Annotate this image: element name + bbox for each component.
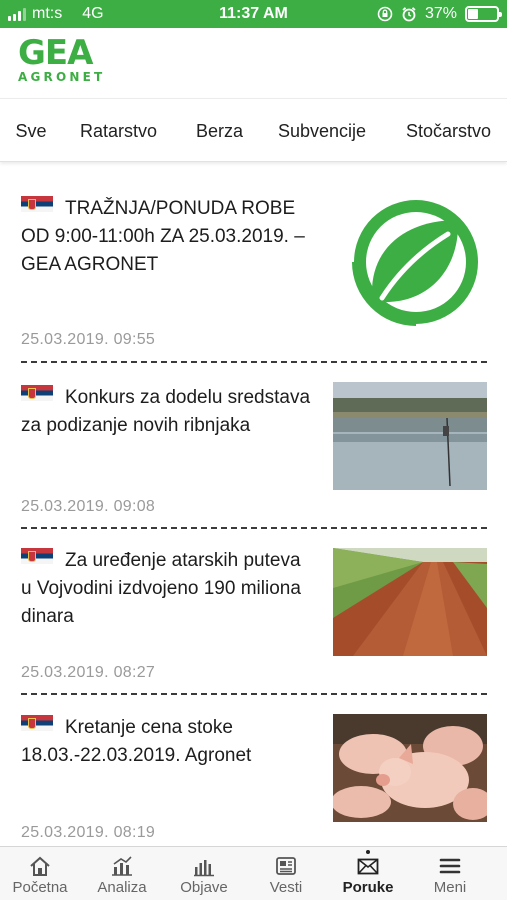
dashed-divider (21, 527, 487, 529)
nav-objave[interactable]: Objave (164, 847, 244, 900)
status-bar: mt:s 4G 11:37 AM 37% (0, 0, 507, 28)
tab-berza[interactable]: Berza (196, 99, 243, 161)
serbia-flag-icon (21, 385, 53, 401)
tab-subvencije[interactable]: Subvencije (278, 99, 366, 161)
newspaper-icon (276, 857, 296, 875)
app-header: GEA AGRONET (0, 28, 507, 98)
nav-label: Poruke (342, 879, 394, 896)
battery-percent: 37% (424, 5, 457, 22)
news-title-text: Konkurs za dodelu sredstava za podizanje… (21, 387, 311, 436)
dashed-divider (21, 693, 487, 695)
news-title-text: Kretanje cena stoke 18.03.-22.03.2019. A… (21, 717, 252, 766)
nav-analiza[interactable]: Analiza (82, 847, 162, 900)
battery-icon (465, 6, 502, 22)
news-item[interactable]: TRAŽNJA/PONUDA ROBE OD 9:00-11:00h ZA 25… (0, 162, 507, 364)
nav-label: Meni (433, 879, 467, 896)
nav-vesti[interactable]: Vesti (246, 847, 326, 900)
news-title-text: TRAŽNJA/PONUDA ROBE OD 9:00-11:00h ZA 25… (21, 198, 305, 275)
envelope-icon (357, 858, 379, 875)
fish-pond-image (333, 382, 487, 490)
bar-chart-icon (194, 860, 214, 877)
news-title[interactable]: Konkurs za dodelu sredstava za podizanje… (21, 384, 311, 440)
news-item[interactable]: Za uređenje atarskih puteva u Vojvodini … (0, 530, 507, 696)
news-date: 25.03.2019. 09:55 (21, 331, 156, 348)
nav-label: Vesti (269, 879, 303, 896)
news-item[interactable]: Konkurs za dodelu sredstava za podizanje… (0, 364, 507, 530)
dirt-road-image (333, 548, 487, 656)
news-title[interactable]: Kretanje cena stoke 18.03.-22.03.2019. A… (21, 714, 311, 770)
dirt-road-field-photo[interactable] (333, 548, 487, 656)
news-title[interactable]: TRAŽNJA/PONUDA ROBE OD 9:00-11:00h ZA 25… (21, 195, 321, 279)
tab-ratarstvo[interactable]: Ratarstvo (80, 99, 157, 161)
nav-pocetna[interactable]: Početna (0, 847, 80, 900)
alarm-icon (402, 7, 416, 22)
news-item[interactable]: Kretanje cena stoke 18.03.-22.03.2019. A… (0, 696, 507, 846)
news-feed: TRAŽNJA/PONUDA ROBE OD 9:00-11:00h ZA 25… (0, 162, 507, 846)
tab-stocarstvo[interactable]: Stočarstvo (406, 99, 491, 161)
category-tabs: Sve Ratarstvo Berza Subvencije Stočarstv… (0, 98, 507, 162)
nav-label: Početna (12, 879, 68, 896)
nav-meni[interactable]: Meni (410, 847, 490, 900)
serbia-flag-icon (21, 548, 53, 564)
nav-poruke[interactable]: Poruke (328, 847, 408, 900)
bottom-navigation: Početna Analiza Objave Vesti Poruke Meni (0, 846, 507, 900)
tab-sve[interactable]: Sve (0, 99, 62, 161)
gea-leaf-logo-image[interactable] (352, 198, 480, 326)
news-date: 25.03.2019. 08:27 (21, 664, 156, 681)
news-date: 25.03.2019. 08:19 (21, 824, 156, 841)
home-icon (30, 856, 50, 876)
rotation-lock-icon (377, 6, 393, 22)
menu-icon (439, 858, 461, 874)
unread-dot (366, 850, 370, 854)
fish-pond-photo[interactable] (333, 382, 487, 490)
pigs-image (333, 714, 487, 822)
leaf-logo-icon (352, 200, 478, 326)
news-title-text: Za uređenje atarskih puteva u Vojvodini … (21, 550, 301, 627)
serbia-flag-icon (21, 715, 53, 731)
nav-label: Objave (180, 879, 228, 896)
news-date: 25.03.2019. 09:08 (21, 498, 156, 515)
status-right: 37% (377, 0, 502, 28)
analytics-chart-icon (112, 856, 132, 876)
logo-main-text: GEA (18, 33, 93, 73)
dashed-divider (21, 361, 487, 363)
serbia-flag-icon (21, 196, 53, 212)
nav-label: Analiza (97, 879, 147, 896)
pigs-photo[interactable] (333, 714, 487, 822)
battery-fill (468, 9, 479, 19)
gea-agronet-logo[interactable]: GEA AGRONET (18, 36, 105, 84)
logo-sub-text: AGRONET (18, 70, 106, 84)
news-title[interactable]: Za uređenje atarskih puteva u Vojvodini … (21, 547, 311, 631)
